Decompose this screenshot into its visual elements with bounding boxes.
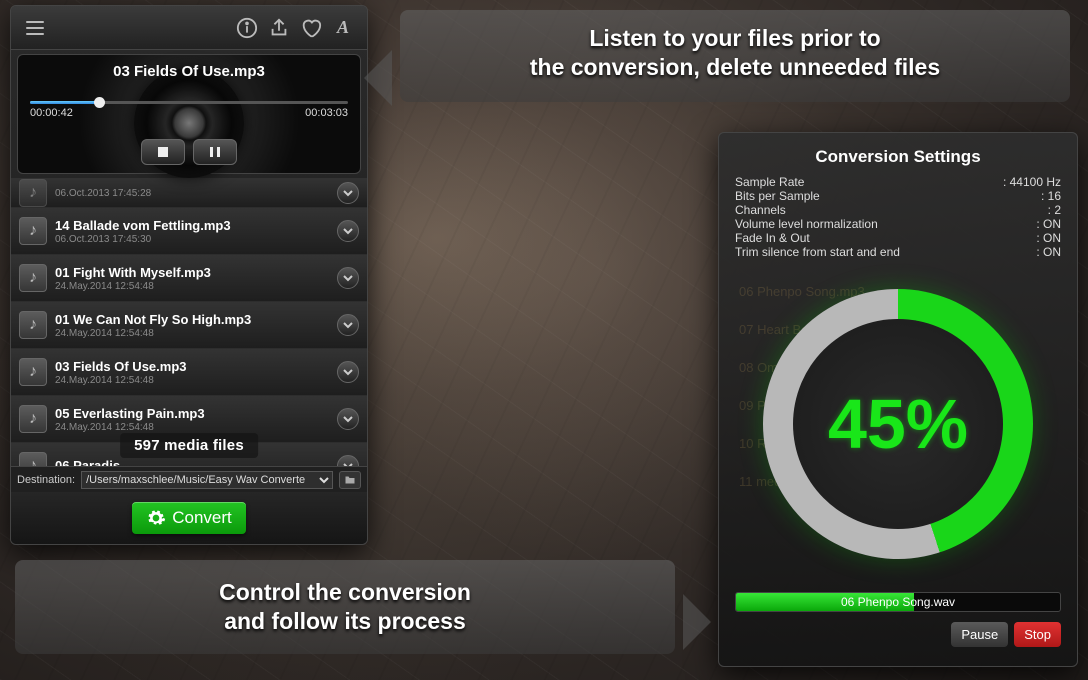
progress-percent: 45% <box>828 384 968 464</box>
file-name: 01 Fight With Myself.mp3 <box>55 265 329 280</box>
chevron-down-icon[interactable] <box>337 455 359 466</box>
music-note-icon: ♪ <box>19 452 47 466</box>
music-note-icon: ♪ <box>19 311 47 339</box>
file-date: 06.Oct.2013 17:45:28 <box>55 188 329 199</box>
settings-row: Channels2 <box>735 203 1061 217</box>
list-item[interactable]: ♪ 03 Fields Of Use.mp324.May.2014 12:54:4… <box>11 349 367 396</box>
destination-bar: Destination: /Users/maxschlee/Music/Easy… <box>11 466 367 492</box>
settings-row: Sample Rate44100 Hz <box>735 175 1061 189</box>
setting-key: Trim silence from start and end <box>735 245 1036 259</box>
chevron-down-icon[interactable] <box>337 267 359 289</box>
settings-row: Bits per Sample16 <box>735 189 1061 203</box>
pause-button[interactable] <box>193 139 237 165</box>
menu-icon[interactable] <box>19 12 51 44</box>
info-icon[interactable] <box>231 12 263 44</box>
elapsed-time: 00:00:42 <box>30 107 73 119</box>
pause-conversion-button[interactable]: Pause <box>951 622 1008 647</box>
callout-bottom: Control the conversion and follow its pr… <box>15 560 675 654</box>
convert-button[interactable]: Convert <box>132 502 246 534</box>
app-logo-icon[interactable]: A <box>327 12 359 44</box>
callout-bottom-line1: Control the conversion <box>25 578 665 607</box>
seek-thumb[interactable] <box>94 97 105 108</box>
setting-key: Volume level normalization <box>735 217 1036 231</box>
music-note-icon: ♪ <box>19 358 47 386</box>
settings-row: Volume level normalizationON <box>735 217 1061 231</box>
list-item[interactable]: ♪ 01 Fight With Myself.mp324.May.2014 12:… <box>11 255 367 302</box>
current-file-name: 06 Phenpo Song.wav <box>736 593 1060 611</box>
callout-top: Listen to your files prior to the conver… <box>400 10 1070 102</box>
setting-value: 44100 Hz <box>1003 175 1061 189</box>
media-count: 597 media files <box>120 433 258 458</box>
list-item[interactable]: ♪ 06.Oct.2013 17:45:28 <box>11 178 367 208</box>
setting-value: ON <box>1036 217 1061 231</box>
file-list[interactable]: ♪ 06.Oct.2013 17:45:28 ♪ 14 Ballade vom Fet… <box>11 178 367 466</box>
share-icon[interactable] <box>263 12 295 44</box>
file-date: 24.May.2014 12:54:48 <box>55 328 329 339</box>
total-time: 00:03:03 <box>305 107 348 119</box>
gear-icon <box>146 508 166 528</box>
current-file-progress-bar: 06 Phenpo Song.wav <box>735 592 1061 612</box>
setting-key: Sample Rate <box>735 175 1003 189</box>
file-name: 14 Ballade vom Fettling.mp3 <box>55 218 329 233</box>
setting-value: 16 <box>1041 189 1061 203</box>
file-name: 01 We Can Not Fly So High.mp3 <box>55 312 329 327</box>
setting-key: Channels <box>735 203 1048 217</box>
player-controls <box>141 139 237 165</box>
titlebar: A <box>11 6 367 50</box>
convert-label: Convert <box>172 508 232 528</box>
settings-title: Conversion Settings <box>815 147 980 167</box>
now-playing-title: 03 Fields Of Use.mp3 <box>18 63 360 80</box>
callout-bottom-line2: and follow its process <box>25 607 665 636</box>
heart-icon[interactable] <box>295 12 327 44</box>
destination-label: Destination: <box>17 474 75 486</box>
callout-top-line2: the conversion, delete unneeded files <box>410 53 1060 82</box>
settings-list: Sample Rate44100 HzBits per Sample16Chan… <box>735 175 1061 259</box>
music-note-icon: ♪ <box>19 179 47 207</box>
destination-select[interactable]: /Users/maxschlee/Music/Easy Wav Converte <box>81 471 333 489</box>
file-date: 06.Oct.2013 17:45:30 <box>55 234 329 245</box>
file-name: 05 Everlasting Pain.mp3 <box>55 406 329 421</box>
setting-value: 2 <box>1048 203 1061 217</box>
audio-player: 03 Fields Of Use.mp3 00:00:42 00:03:03 <box>17 54 361 174</box>
music-note-icon: ♪ <box>19 405 47 433</box>
stop-button[interactable] <box>141 139 185 165</box>
music-note-icon: ♪ <box>19 217 47 245</box>
file-date: 24.May.2014 12:54:48 <box>55 281 329 292</box>
setting-key: Fade In & Out <box>735 231 1036 245</box>
stop-conversion-button[interactable]: Stop <box>1014 622 1061 647</box>
file-name: 03 Fields Of Use.mp3 <box>55 359 329 374</box>
callout-top-line1: Listen to your files prior to <box>410 24 1060 53</box>
setting-key: Bits per Sample <box>735 189 1041 203</box>
conversion-progress-window: Conversion Settings Sample Rate44100 HzB… <box>718 132 1078 667</box>
list-item[interactable]: ♪ 14 Ballade vom Fettling.mp306.Oct.2013 … <box>11 208 367 255</box>
music-note-icon: ♪ <box>19 264 47 292</box>
open-folder-button[interactable] <box>339 471 361 489</box>
settings-row: Fade In & OutON <box>735 231 1061 245</box>
progress-buttons: Pause Stop <box>951 622 1061 647</box>
setting-value: ON <box>1036 245 1061 259</box>
chevron-down-icon[interactable] <box>337 408 359 430</box>
list-item[interactable]: ♪ 01 We Can Not Fly So High.mp324.May.201… <box>11 302 367 349</box>
convert-bar: Convert <box>11 492 367 544</box>
chevron-down-icon[interactable] <box>337 361 359 383</box>
seek-bar[interactable] <box>30 101 348 104</box>
settings-row: Trim silence from start and endON <box>735 245 1061 259</box>
chevron-down-icon[interactable] <box>337 182 359 204</box>
progress-ring: 45% <box>748 274 1048 574</box>
player-app-window: A 03 Fields Of Use.mp3 00:00:42 00:03:03… <box>10 5 368 545</box>
chevron-down-icon[interactable] <box>337 220 359 242</box>
file-name: 06 Paradis <box>55 458 329 466</box>
setting-value: ON <box>1036 231 1061 245</box>
file-date: 24.May.2014 12:54:48 <box>55 422 329 433</box>
chevron-down-icon[interactable] <box>337 314 359 336</box>
file-date: 24.May.2014 12:54:48 <box>55 375 329 386</box>
